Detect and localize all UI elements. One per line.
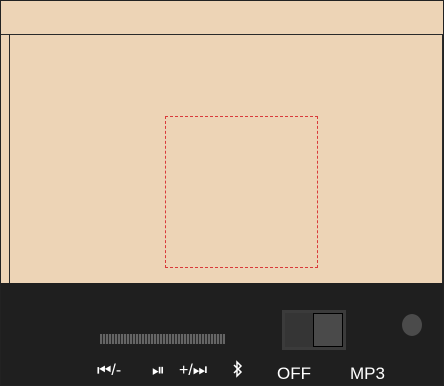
top-panel <box>1 1 443 283</box>
device-panel: ⏮/- ⏯ +/⏭ OFF MP3 <box>0 0 444 386</box>
inner-frame <box>9 35 443 283</box>
next-volume-up-button[interactable]: +/⏭ <box>179 362 207 380</box>
mode-label: MP3 <box>350 364 385 383</box>
drop-target-area[interactable] <box>165 116 318 268</box>
prev-volume-down-button[interactable]: ⏮/- <box>97 362 121 380</box>
toggle-track-left <box>285 313 313 347</box>
toggle-knob[interactable] <box>313 313 343 347</box>
power-toggle[interactable] <box>282 310 346 350</box>
bluetooth-icon[interactable] <box>232 360 244 380</box>
control-bar: ⏮/- ⏯ +/⏭ OFF MP3 <box>1 283 443 385</box>
volume-slider[interactable] <box>100 334 225 344</box>
play-pause-button[interactable]: ⏯ <box>152 362 165 380</box>
power-state-label: OFF <box>277 364 311 383</box>
status-led <box>402 314 422 336</box>
